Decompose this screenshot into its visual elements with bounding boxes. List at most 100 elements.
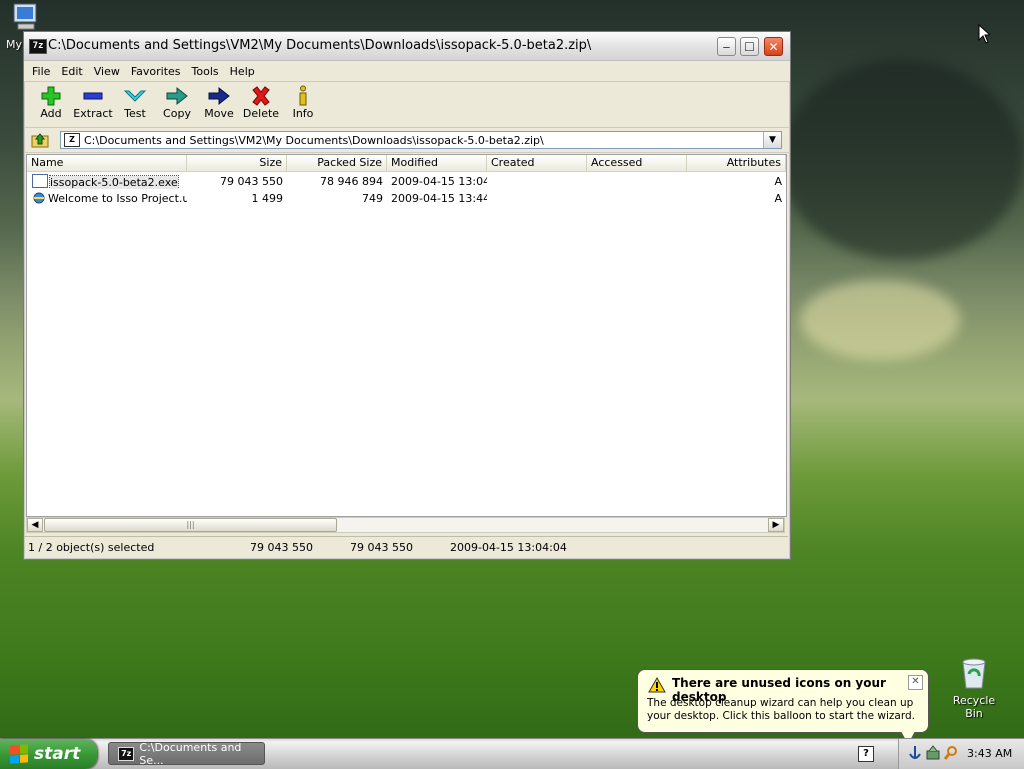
- scroll-thumb[interactable]: |||: [44, 518, 337, 532]
- move-button[interactable]: Move: [198, 85, 240, 120]
- column-size[interactable]: Size: [187, 155, 287, 171]
- horizontal-scrollbar[interactable]: ◀ ||| ▶: [26, 517, 785, 533]
- address-dropdown-button[interactable]: ▼: [763, 132, 781, 148]
- desktop-cleanup-balloon[interactable]: There are unused icons on your desktop ✕…: [637, 669, 929, 746]
- file-list[interactable]: Name Size Packed Size Modified Created A…: [26, 154, 787, 517]
- info-icon: [299, 85, 307, 106]
- delete-x-icon: [252, 86, 270, 106]
- start-label: start: [34, 744, 81, 764]
- minimize-button[interactable]: ‒: [717, 37, 736, 56]
- address-bar: Z C:\Documents and Settings\VM2\My Docum…: [24, 128, 790, 153]
- balloon-close-button[interactable]: ✕: [908, 675, 923, 690]
- column-accessed[interactable]: Accessed: [587, 155, 687, 171]
- status-modified: 2009-04-15 13:04:04: [450, 541, 567, 554]
- address-text: C:\Documents and Settings\VM2\My Documen…: [84, 133, 544, 147]
- column-modified[interactable]: Modified: [387, 155, 487, 171]
- maximize-button[interactable]: ☐: [740, 37, 759, 56]
- delete-button[interactable]: Delete: [240, 85, 282, 120]
- menu-bar: File Edit View Favorites Tools Help: [24, 61, 790, 82]
- file-attributes: A: [774, 192, 782, 205]
- address-input[interactable]: Z C:\Documents and Settings\VM2\My Docum…: [60, 131, 782, 149]
- desktop-icon-label: Recycle Bin: [952, 694, 996, 720]
- menu-edit[interactable]: Edit: [57, 65, 89, 78]
- file-attributes: A: [774, 175, 782, 188]
- status-bar: 1 / 2 object(s) selected 79 043 550 79 0…: [24, 536, 788, 559]
- info-label: Info: [292, 107, 314, 120]
- info-button[interactable]: Info: [282, 85, 324, 120]
- file-modified: 2009-04-15 13:44: [391, 192, 487, 205]
- move-arrow-icon: [208, 86, 230, 106]
- desktop-icon-recycle-bin[interactable]: Recycle Bin: [943, 656, 1005, 720]
- desktop-icon-label: My: [6, 38, 23, 51]
- close-button[interactable]: ✕: [764, 37, 783, 56]
- help-icon[interactable]: ?: [858, 746, 874, 762]
- table-row[interactable]: Welcome to Isso Project.url 1 499 749 20…: [27, 190, 786, 207]
- test-label: Test: [124, 107, 146, 120]
- check-icon: [123, 90, 147, 102]
- column-attributes[interactable]: Attributes: [687, 155, 786, 171]
- file-modified: 2009-04-15 13:04: [391, 175, 487, 188]
- column-packed-size[interactable]: Packed Size: [287, 155, 387, 171]
- column-name[interactable]: Name: [27, 155, 187, 171]
- extract-label: Extract: [73, 107, 113, 120]
- cleanup-icon[interactable]: [925, 745, 941, 761]
- toolbar: Add Extract Test Copy Move Delete Info: [24, 82, 790, 128]
- warning-icon: [648, 677, 666, 693]
- scroll-left-button[interactable]: ◀: [27, 518, 43, 532]
- minus-icon: [83, 92, 103, 100]
- file-name: issopack-5.0-beta2.exe: [49, 175, 179, 189]
- clock: 3:43 AM: [967, 747, 1013, 760]
- internet-shortcut-icon: [32, 192, 46, 204]
- file-name-cell: Welcome to Isso Project.url: [27, 192, 187, 205]
- sevenzip-app-icon: 7z: [29, 39, 47, 54]
- file-name: Welcome to Isso Project.url: [48, 192, 187, 205]
- file-manager-window: 7z C:\Documents and Settings\VM2\My Docu…: [23, 31, 791, 560]
- menu-favorites[interactable]: Favorites: [127, 65, 188, 78]
- recycle-bin-icon: [962, 658, 986, 689]
- copy-button[interactable]: Copy: [156, 85, 198, 120]
- folder-up-icon: [31, 133, 49, 148]
- file-size: 79 043 550: [220, 175, 283, 188]
- dark-cloud: [780, 60, 1024, 260]
- system-tray: 3:43 AM: [898, 739, 1024, 769]
- test-button[interactable]: Test: [114, 85, 156, 120]
- delete-label: Delete: [242, 107, 280, 120]
- status-selected: 1 / 2 object(s) selected: [28, 541, 155, 554]
- file-name-cell: issopack-5.0-beta2.exe: [27, 174, 187, 189]
- add-label: Add: [40, 107, 62, 120]
- copy-arrow-icon: [166, 86, 188, 106]
- cloud-glow: [800, 280, 960, 360]
- menu-help[interactable]: Help: [226, 65, 262, 78]
- computer-icon: [13, 3, 37, 30]
- status-size: 79 043 550: [250, 541, 313, 554]
- title-bar[interactable]: 7z C:\Documents and Settings\VM2\My Docu…: [24, 32, 790, 61]
- taskbar: start 7z C:\Documents and Se... ? 3:43 A…: [0, 738, 1024, 769]
- extract-button[interactable]: Extract: [72, 85, 114, 120]
- zip-archive-icon: Z: [64, 133, 80, 147]
- menu-tools[interactable]: Tools: [188, 65, 226, 78]
- status-packed: 79 043 550: [350, 541, 413, 554]
- plus-icon: [41, 86, 61, 106]
- file-packed-size: 749: [362, 192, 383, 205]
- table-row[interactable]: issopack-5.0-beta2.exe 79 043 550 78 946…: [27, 173, 786, 190]
- column-header-row: Name Size Packed Size Modified Created A…: [27, 155, 786, 172]
- menu-view[interactable]: View: [90, 65, 127, 78]
- start-button[interactable]: start: [0, 739, 97, 769]
- mouse-cursor-icon: [978, 24, 990, 44]
- scroll-right-button[interactable]: ▶: [768, 518, 784, 532]
- up-folder-button[interactable]: [30, 131, 50, 149]
- copy-label: Copy: [163, 107, 191, 120]
- sevenzip-app-icon: 7z: [118, 746, 135, 761]
- file-size: 1 499: [251, 192, 284, 205]
- windows-logo-icon: [10, 744, 28, 764]
- menu-file[interactable]: File: [28, 65, 57, 78]
- search-icon[interactable]: [943, 745, 959, 761]
- exe-file-icon: [32, 174, 48, 188]
- column-created[interactable]: Created: [487, 155, 587, 171]
- taskbar-item-7zip[interactable]: 7z C:\Documents and Se...: [108, 740, 265, 767]
- move-label: Move: [204, 107, 234, 120]
- network-anchor-icon[interactable]: [907, 745, 923, 761]
- window-title: C:\Documents and Settings\VM2\My Documen…: [48, 38, 592, 53]
- add-button[interactable]: Add: [30, 85, 72, 120]
- taskbar-item-label: C:\Documents and Se...: [139, 740, 242, 767]
